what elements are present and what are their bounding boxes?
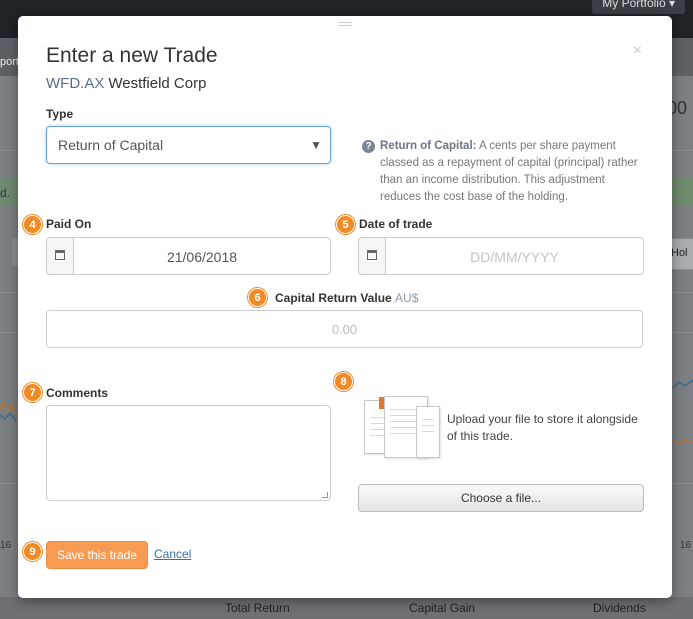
ticker-code: WFD.AX: [46, 75, 105, 92]
capital-return-label: Capital Return Value AU$: [275, 291, 418, 305]
footer-total-return: Total Return: [225, 601, 290, 615]
chevron-down-icon: ▼: [310, 138, 322, 152]
resize-grip-icon[interactable]: [322, 492, 328, 498]
calendar-icon[interactable]: [359, 238, 386, 274]
notice-fragment: d.: [0, 186, 11, 200]
question-circle-icon: ?: [362, 140, 375, 153]
summary-footer: [0, 597, 693, 619]
date-of-trade-placeholder: DD/MM/YYYY: [470, 249, 559, 265]
cancel-link[interactable]: Cancel: [154, 547, 191, 561]
paid-on-label: Paid On: [46, 217, 92, 231]
paid-on-value: 21/06/2018: [166, 249, 238, 265]
step-badge-4: 4: [23, 215, 42, 234]
trade-type-value: Return of Capital: [58, 137, 164, 153]
type-label: Type: [46, 107, 74, 121]
step-badge-7: 7: [23, 383, 42, 402]
upload-description: Upload your file to store it alongside o…: [447, 412, 638, 443]
footer-capital-gain: Capital Gain: [409, 601, 476, 615]
comments-label: Comments: [46, 386, 109, 400]
drag-handle-icon[interactable]: [338, 22, 352, 28]
chart-fragment-left: [0, 401, 17, 422]
date-of-trade-label: Date of trade: [359, 217, 433, 231]
paid-on-field[interactable]: 21/06/2018: [46, 237, 331, 275]
help-heading: Return of Capital:: [380, 140, 477, 152]
trade-type-select[interactable]: Return of Capital ▼: [46, 126, 331, 164]
currency-label: AU$: [395, 291, 419, 305]
axis-label-right: 16: [679, 540, 691, 551]
modal-title: Enter a new Trade: [46, 44, 218, 67]
company-name: Westfield Corp: [108, 75, 207, 92]
date-of-trade-field[interactable]: DD/MM/YYYY: [358, 237, 644, 275]
capital-return-input[interactable]: 0.00: [46, 310, 643, 348]
save-trade-button[interactable]: Save this trade: [46, 541, 148, 569]
step-badge-9: 9: [23, 542, 42, 561]
calendar-icon[interactable]: [47, 238, 74, 274]
footer-dividends: Dividends: [593, 601, 646, 615]
portfolio-menu[interactable]: My Portfolio ▾: [592, 0, 685, 14]
comments-textarea[interactable]: [46, 405, 331, 501]
step-badge-5: 5: [336, 215, 355, 234]
close-icon[interactable]: ×: [633, 42, 642, 60]
axis-label-left: 16: [0, 540, 12, 551]
documents-icon: [364, 396, 442, 462]
step-badge-6: 6: [248, 288, 267, 307]
chart-fragment-right: [673, 379, 693, 445]
modal-subtitle: WFD.AX Westfield Corp: [46, 75, 206, 92]
trade-type-help: ? Return of Capital: A cents per share p…: [362, 138, 642, 206]
new-trade-modal: × Enter a new Trade WFD.AX Westfield Corp…: [18, 16, 672, 598]
choose-file-button[interactable]: Choose a file...: [358, 484, 644, 512]
nav-fragment: port: [0, 56, 19, 68]
capital-return-label-text: Capital Return Value: [275, 291, 392, 305]
step-badge-8: 8: [334, 372, 353, 391]
